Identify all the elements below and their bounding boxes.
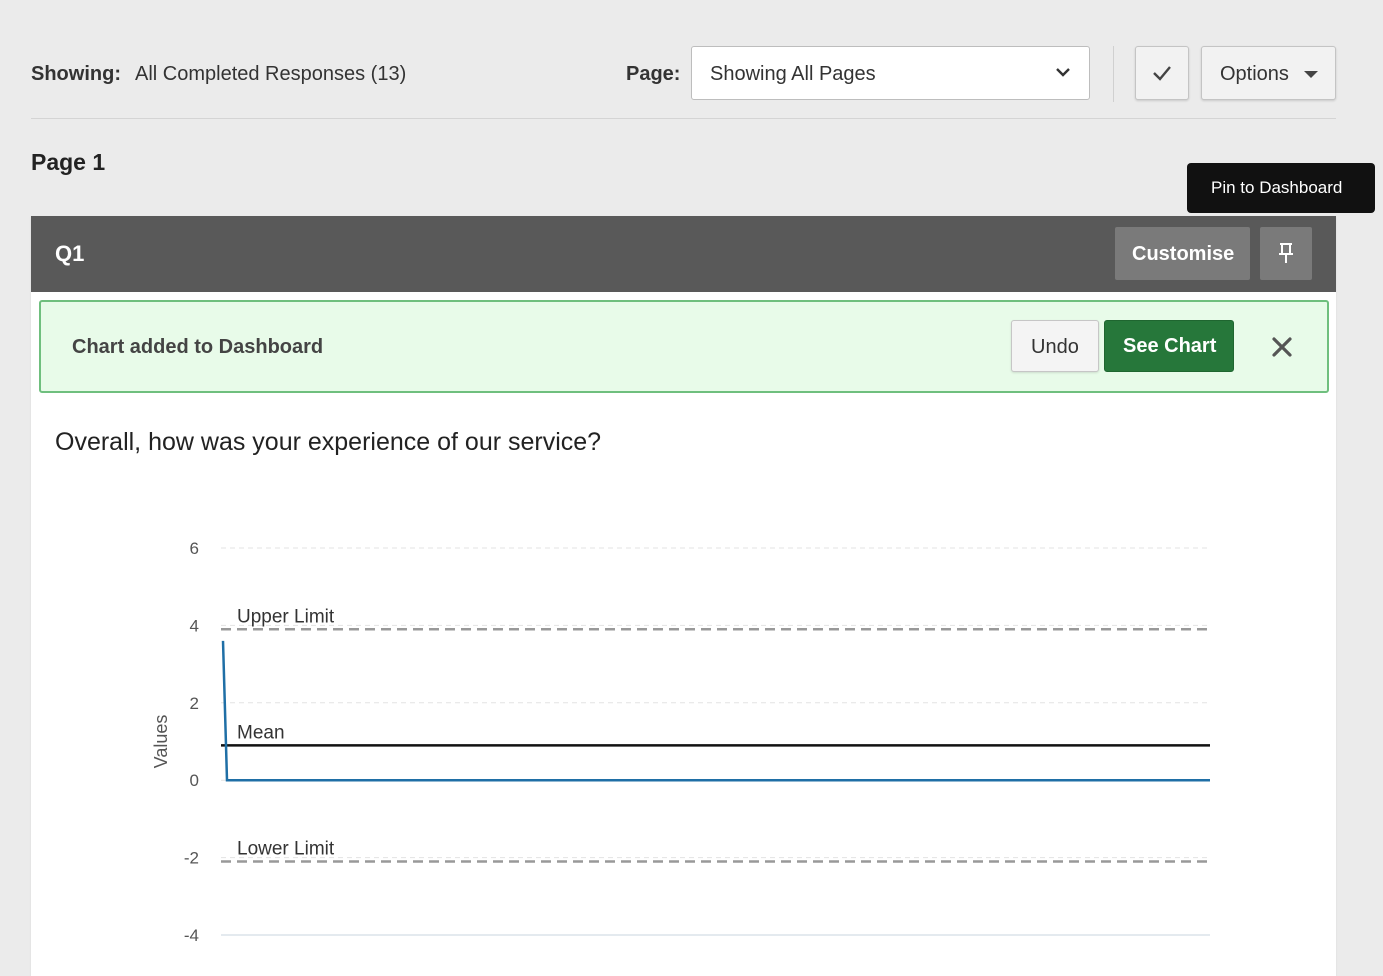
showing-label: Showing:: [31, 63, 121, 85]
y-tick-label: -4: [184, 926, 199, 945]
options-label: Options: [1220, 63, 1289, 85]
check-icon: [1153, 66, 1171, 81]
caret-down-icon: [1304, 71, 1318, 78]
y-tick-label: 0: [190, 771, 199, 790]
reference-line-label: Lower Limit: [237, 838, 335, 859]
y-tick-label: 4: [190, 616, 199, 635]
divider: [31, 118, 1336, 119]
options-button[interactable]: Options: [1201, 46, 1336, 100]
page-title: Page 1: [31, 149, 106, 175]
pin-tooltip: Pin to Dashboard: [1187, 163, 1375, 213]
y-axis-label: Values: [151, 715, 171, 769]
series-line: [221, 640, 1210, 782]
y-tick-label: 6: [190, 539, 199, 558]
apply-button[interactable]: [1135, 46, 1189, 100]
toolbar-divider: [1113, 46, 1114, 102]
showing-value[interactable]: All Completed Responses (13): [135, 63, 406, 86]
question-card: Q1 Customise Chart added to Dashboard Un…: [31, 216, 1336, 976]
page-label: Page:: [626, 63, 681, 85]
filter-bar: Showing: All Completed Responses (13) Pa…: [31, 46, 1336, 102]
control-chart: 6 4 2 0 -2 -4 Values Upper Limit Mean Lower Limit: [151, 539, 1210, 945]
tooltip-text: Pin to Dashboard: [1211, 178, 1343, 197]
page-select[interactable]: Showing All Pages: [691, 46, 1090, 100]
y-tick-label: -2: [184, 849, 199, 868]
y-tick-label: 2: [190, 694, 199, 713]
reference-line-label: Mean: [237, 722, 285, 743]
chevron-down-icon: [1056, 68, 1070, 77]
page-select-value: Showing All Pages: [710, 63, 876, 85]
reference-line-label: Upper Limit: [237, 606, 335, 627]
